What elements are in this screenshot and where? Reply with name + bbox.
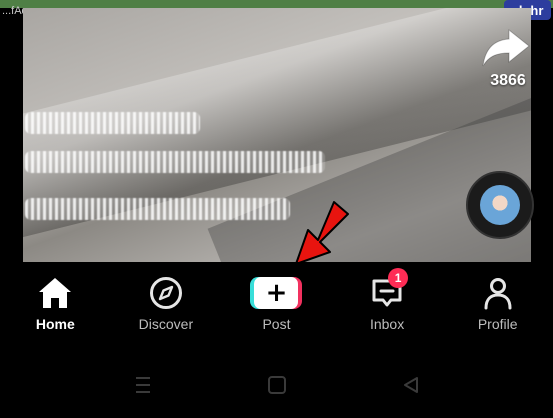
plus-icon: + [254,277,299,309]
system-nav-bar [0,352,553,418]
home-icon [39,278,72,308]
back-button[interactable] [399,373,423,397]
sound-avatar [480,185,520,225]
blurred-caption-line [25,198,290,220]
nav-discover[interactable]: Discover [111,262,222,352]
music-disc[interactable] [466,171,534,239]
top-strip [0,0,553,8]
home-square-icon [267,376,286,394]
blurred-caption-line [25,151,325,173]
person-icon [484,278,512,310]
blurred-caption-line [25,112,200,134]
nav-post-label: Post [262,316,291,332]
bottom-nav: Home Discover + Post 1 Inbox Profile [0,262,553,352]
video-player[interactable] [23,8,531,262]
nav-home-label: Home [35,316,75,332]
nav-home[interactable]: Home [0,262,111,352]
inbox-badge: 1 [388,268,409,288]
nav-profile-label: Profile [477,316,518,332]
nav-post[interactable]: + Post [221,262,332,352]
compass-icon [149,277,182,309]
nav-inbox-label: Inbox [369,316,405,332]
share-button[interactable]: 3866 [478,26,538,90]
back-triangle-icon [403,377,418,393]
recents-button[interactable] [131,373,155,397]
recents-icon [135,377,150,393]
share-count: 3866 [490,72,526,89]
system-home-button[interactable] [265,373,289,397]
annotation-arrow-icon [295,201,349,265]
share-arrow-icon [482,28,530,67]
nav-discover-label: Discover [138,316,194,332]
nav-inbox[interactable]: 1 Inbox [332,262,443,352]
post-button[interactable]: + [250,277,303,309]
nav-profile[interactable]: Profile [442,262,553,352]
